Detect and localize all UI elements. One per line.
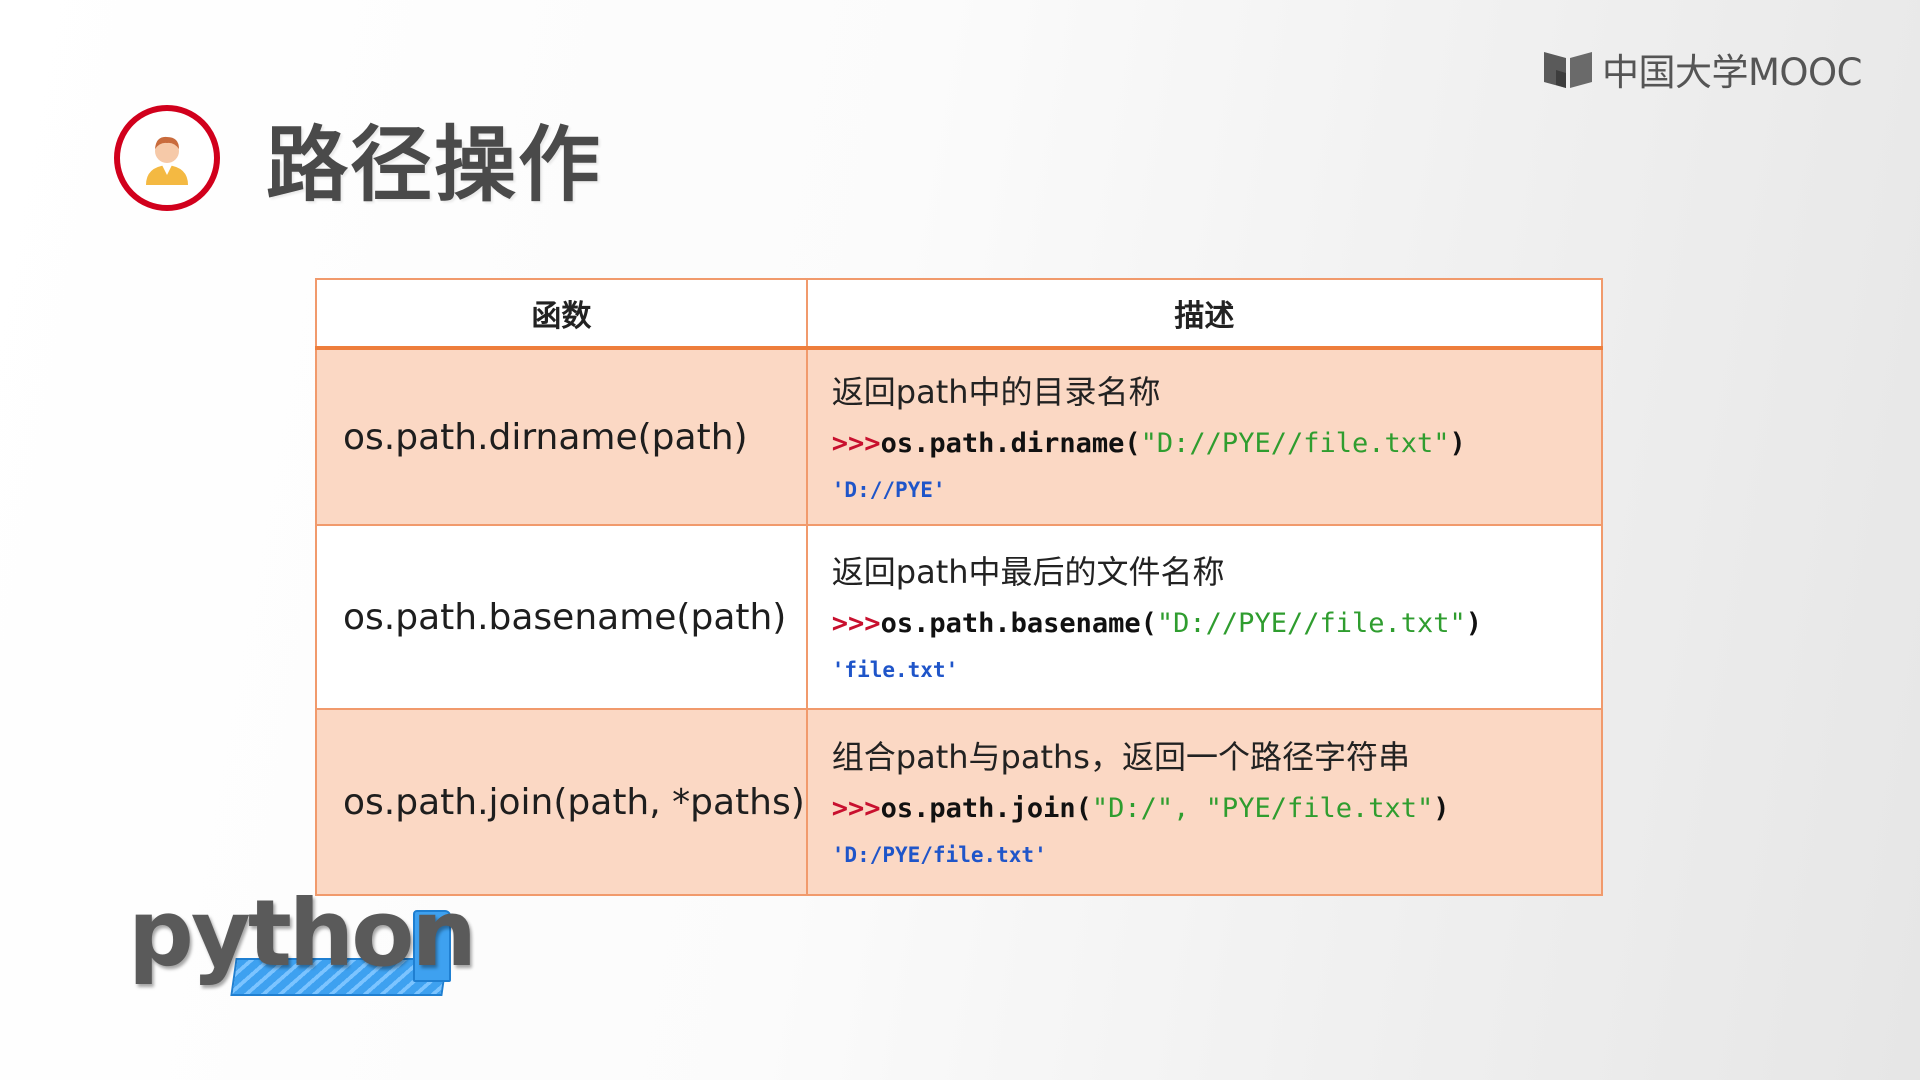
- page-title: 路径操作: [266, 118, 603, 213]
- code-close: ): [1465, 608, 1483, 639]
- brand-logo: 中国大学MOOC: [1542, 42, 1863, 96]
- table-row: os.path.basename(path) 返回path中最后的文件名称 >>…: [316, 524, 1602, 709]
- code-call: os.path.dirname(: [880, 428, 1141, 459]
- code-result: 'D:/PYE/file.txt': [831, 843, 1047, 867]
- python-logo: python: [128, 880, 477, 1010]
- description-text: 返回path中的目录名称: [831, 373, 1161, 411]
- description-cell: 返回path中的目录名称 >>>os.path.dirname("D://PYE…: [805, 347, 1602, 525]
- avatar: [114, 104, 220, 211]
- teacher-avatar-icon: [146, 136, 188, 185]
- brand-name: 中国大学MOOC: [1601, 51, 1863, 94]
- code-result: 'file.txt': [831, 658, 959, 682]
- code-args: "D:/", "PYE/file.txt": [1091, 793, 1434, 824]
- description-cell: 返回path中最后的文件名称 >>>os.path.basename("D://…: [805, 524, 1602, 709]
- code-prompt: >>>: [831, 793, 881, 824]
- code-close: ): [1449, 428, 1466, 459]
- code-args: "D://PYE//file.txt": [1140, 428, 1450, 459]
- function-table: 函数 描述 os.path.dirname(path) 返回path中的目录名称…: [315, 278, 1603, 896]
- code-call: os.path.basename(: [880, 608, 1157, 639]
- python-logo-text: python: [128, 880, 477, 987]
- slide: 中国大学MOOC 路径操作 函数 描述 os.path.dirname(path…: [0, 0, 1920, 1080]
- function-cell: os.path.basename(path): [316, 524, 807, 709]
- code-result: 'D://PYE': [831, 478, 946, 502]
- code-example: >>>os.path.join("D:/", "PYE/file.txt"): [832, 781, 1601, 837]
- description-text: 返回path中最后的文件名称: [831, 553, 1225, 591]
- column-header-function: 函数: [316, 279, 807, 350]
- description-text: 组合path与paths，返回一个路径字符串: [831, 738, 1410, 776]
- table-row: os.path.join(path, *paths) 组合path与paths，…: [316, 708, 1602, 895]
- description-cell: 组合path与paths，返回一个路径字符串 >>>os.path.join("…: [805, 708, 1602, 895]
- function-cell: os.path.dirname(path): [316, 347, 807, 525]
- code-call: os.path.join(: [880, 793, 1092, 824]
- code-example: >>>os.path.dirname("D://PYE//file.txt"): [832, 416, 1601, 472]
- title-section: 路径操作: [114, 98, 602, 217]
- column-header-description: 描述: [805, 279, 1602, 350]
- table-header-row: 函数 描述: [316, 279, 1602, 350]
- code-prompt: >>>: [831, 608, 881, 639]
- code-example: >>>os.path.basename("D://PYE//file.txt"): [832, 596, 1601, 652]
- code-prompt: >>>: [831, 428, 881, 459]
- code-args: "D://PYE//file.txt": [1156, 608, 1466, 639]
- function-cell: os.path.join(path, *paths): [316, 708, 807, 895]
- code-close: ): [1433, 793, 1450, 824]
- table-row: os.path.dirname(path) 返回path中的目录名称 >>>os…: [316, 347, 1602, 525]
- mooc-book-icon: [1543, 52, 1592, 88]
